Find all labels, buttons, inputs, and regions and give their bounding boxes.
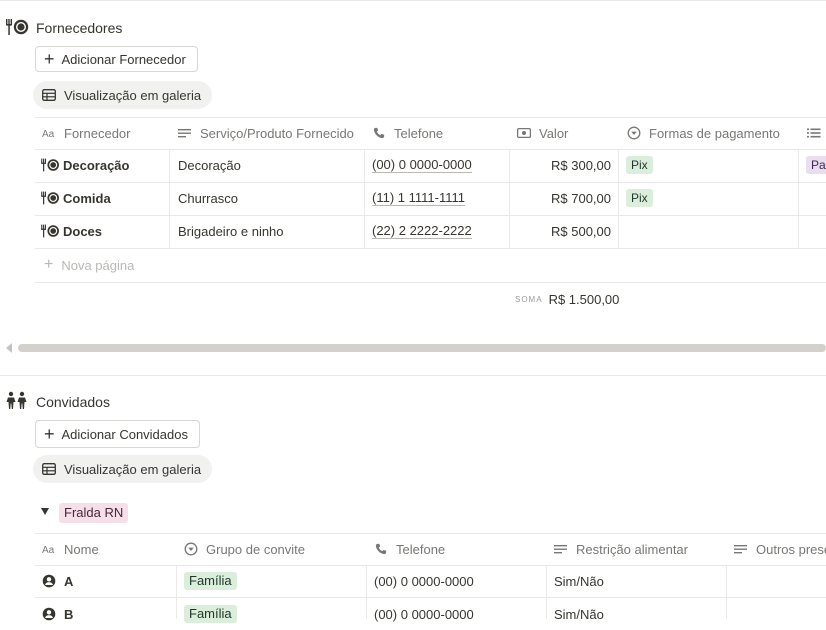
fork-plate-icon xyxy=(41,191,59,205)
table-row-title[interactable]: B xyxy=(42,598,73,630)
cell-value[interactable]: R$ 300,00 xyxy=(510,149,611,181)
cell-group[interactable]: Família xyxy=(184,565,237,597)
fork-plate-icon xyxy=(41,158,59,172)
person-icon xyxy=(42,574,56,588)
lines-icon xyxy=(734,545,747,554)
table-icon xyxy=(42,89,56,101)
column-header-payment[interactable]: Formas de pagamento xyxy=(627,117,780,149)
plus-icon: + xyxy=(44,256,54,273)
cell-phone[interactable]: (00) 0 0000-0000 xyxy=(372,149,472,181)
cell-phone[interactable]: (00) 0 0000-0000 xyxy=(374,565,474,597)
cell-service[interactable]: Brigadeiro e ninho xyxy=(178,215,284,247)
column-header-phone[interactable]: Telefone xyxy=(374,533,445,565)
cell-value[interactable]: R$ 700,00 xyxy=(510,182,611,214)
row-divider xyxy=(35,282,826,283)
table-row-title[interactable]: A xyxy=(42,565,73,597)
new-page-button[interactable]: + Nova página xyxy=(44,249,134,281)
group-tag[interactable]: Fralda RN xyxy=(59,503,129,523)
table-row-title[interactable]: Comida xyxy=(40,182,111,214)
plus-icon: + xyxy=(44,424,55,444)
column-header-multiselect[interactable] xyxy=(807,117,826,149)
tab-gallery-view-suppliers[interactable]: Visualização em galeria xyxy=(33,81,213,109)
column-divider xyxy=(798,149,799,248)
cell-group[interactable]: Família xyxy=(184,598,237,630)
svg-text:Aa: Aa xyxy=(42,545,55,555)
cell-extra[interactable]: Par xyxy=(806,149,826,181)
cell-service[interactable]: Decoração xyxy=(178,149,241,181)
column-divider xyxy=(726,565,727,619)
money-icon xyxy=(517,127,531,139)
cell-restriction[interactable]: Sim/Não xyxy=(554,565,604,597)
section-title-suppliers: Fornecedores xyxy=(36,20,123,36)
text-property-icon: Aa xyxy=(42,129,55,139)
column-header-other[interactable]: Outros prese xyxy=(734,533,826,565)
value-sum[interactable]: SOMA R$ 1.500,00 xyxy=(515,283,619,315)
column-header-value[interactable]: Valor xyxy=(517,117,568,149)
cell-payment[interactable]: Pix xyxy=(626,182,653,214)
table-row-title[interactable]: Doces xyxy=(40,215,102,247)
add-supplier-button[interactable]: + Adicionar Fornecedor xyxy=(35,46,198,72)
svg-text:Aa: Aa xyxy=(42,129,55,139)
row-divider xyxy=(35,248,826,249)
phone-icon xyxy=(375,543,387,555)
column-divider xyxy=(176,565,177,619)
column-header-supplier[interactable]: Aa Fornecedor xyxy=(42,117,130,149)
horizontal-scrollbar[interactable] xyxy=(18,344,826,352)
tab-gallery-view-label: Visualização em galeria xyxy=(64,461,202,477)
lines-icon xyxy=(554,545,567,554)
column-divider xyxy=(618,149,619,248)
fork-plate-icon xyxy=(41,224,59,238)
scroll-left-arrow[interactable] xyxy=(6,343,12,353)
column-divider xyxy=(169,149,170,248)
lines-icon xyxy=(178,129,191,138)
add-supplier-label: Adicionar Fornecedor xyxy=(61,51,186,67)
select-property-icon xyxy=(627,126,641,140)
column-divider xyxy=(546,565,547,619)
fork-plate-icon xyxy=(6,19,29,35)
column-divider xyxy=(364,149,365,248)
plus-icon: + xyxy=(44,49,55,69)
column-header-service[interactable]: Serviço/Produto Fornecido xyxy=(178,117,354,149)
payment-tag: Pix xyxy=(626,156,653,174)
cell-phone[interactable]: (00) 0 0000-0000 xyxy=(374,598,474,630)
select-property-icon xyxy=(184,542,198,556)
table-row-title[interactable]: Decoração xyxy=(40,149,129,181)
column-header-phone[interactable]: Telefone xyxy=(372,117,443,149)
tab-gallery-view-guests[interactable]: Visualização em galeria xyxy=(33,455,213,483)
section-divider xyxy=(0,375,826,376)
text-property-icon: Aa xyxy=(42,545,55,555)
tab-gallery-view-label: Visualização em galeria xyxy=(64,87,202,103)
column-header-restriction[interactable]: Restrição alimentar xyxy=(554,533,688,565)
people-icon xyxy=(6,391,27,409)
list-icon xyxy=(807,128,821,138)
cell-service[interactable]: Churrasco xyxy=(178,182,238,214)
payment-tag: Pix xyxy=(626,189,653,207)
table-icon xyxy=(42,463,56,475)
section-title-guests: Convidados xyxy=(36,394,110,410)
extra-tag: Par xyxy=(806,156,826,174)
add-guest-button[interactable]: + Adicionar Convidados xyxy=(35,420,200,448)
column-header-name[interactable]: Aa Nome xyxy=(42,533,99,565)
add-guest-label: Adicionar Convidados xyxy=(61,426,188,442)
cell-phone[interactable]: (22) 2 2222-2222 xyxy=(372,215,472,247)
column-divider xyxy=(366,565,367,619)
phone-icon xyxy=(373,127,385,139)
cell-value[interactable]: R$ 500,00 xyxy=(510,215,611,247)
group-toggle-icon[interactable] xyxy=(41,508,49,515)
top-divider xyxy=(0,0,826,1)
cell-phone[interactable]: (11) 1 1111-1111 xyxy=(372,182,465,214)
column-header-group[interactable]: Grupo de convite xyxy=(184,533,305,565)
cell-payment[interactable]: Pix xyxy=(626,149,653,181)
cell-restriction[interactable]: Sim/Não xyxy=(554,598,604,630)
